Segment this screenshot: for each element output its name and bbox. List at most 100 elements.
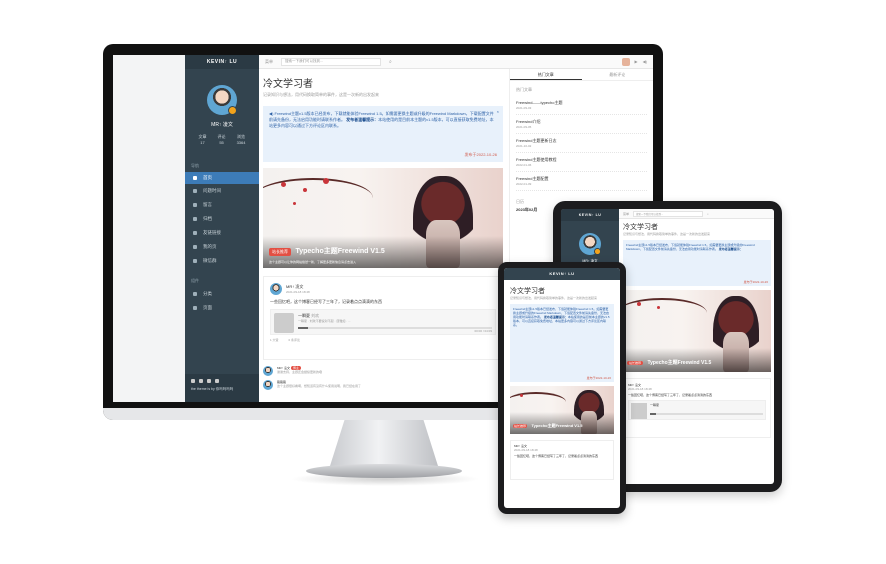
left-gutter bbox=[113, 55, 185, 402]
volume-icon[interactable]: ◀) bbox=[643, 59, 647, 64]
notice-date: 发布于2022-10-26 bbox=[464, 152, 497, 157]
tablet-post-card[interactable]: MR↑ 凌文 2021-09-18 18:48 一些回忆吧，这个博客已经写了三年… bbox=[623, 378, 771, 438]
stat-value: 17 bbox=[200, 140, 205, 145]
article-item[interactable]: Freewind——typecho主题 2021-09-03 bbox=[516, 96, 647, 115]
verified-badge-icon bbox=[228, 106, 237, 115]
nav-item-mine[interactable]: 我的页 bbox=[185, 240, 259, 254]
tablet-search-icon[interactable]: ⌕ bbox=[707, 212, 709, 216]
nav-item-category[interactable]: 分类 bbox=[185, 287, 259, 301]
tablet-banner[interactable]: 站长推荐 Typecho主题Freewind V1.5 bbox=[623, 290, 771, 372]
tablet-music-player[interactable]: 一瞬夏 bbox=[628, 400, 766, 420]
tablet-menu-button[interactable]: 菜单 bbox=[623, 212, 629, 216]
article-meta: 2022-01-06 bbox=[516, 163, 532, 167]
tablet-banner-caption: 站长推荐 Typecho主题Freewind V1.5 bbox=[623, 348, 771, 372]
like-button[interactable]: 1 大赞 bbox=[270, 338, 279, 342]
nav-label: 问题时间 bbox=[203, 188, 221, 193]
article-item[interactable]: Freewind主题使用教程 2022-01-06 bbox=[516, 153, 647, 172]
post-card[interactable]: MR↑ 凌文 2021-09-18 18:48 一些回忆吧，这个博客已经写了三年… bbox=[263, 276, 503, 360]
tablet-site-title: 冷文学习者 bbox=[623, 224, 658, 231]
tablet-post-date: 2021-09-18 18:48 bbox=[628, 387, 652, 391]
home-icon bbox=[193, 176, 197, 180]
social-icons bbox=[191, 379, 253, 383]
phone-post-card[interactable]: MR↑ 凌文 2021-09-18 18:48 一些回忆吧，这个博客已经写了三年… bbox=[510, 440, 614, 480]
tab-hot[interactable]: 热门文章 bbox=[510, 69, 582, 80]
article-item[interactable]: Freewind主题更新日志 2021-10-02 bbox=[516, 134, 647, 153]
nav-item-archive[interactable]: 归档 bbox=[185, 212, 259, 226]
music-player[interactable]: 一瞬夏 刘欢 一瞬夏 · 刘欢不要说对不起 · 唐雅如 · ... 00:00 … bbox=[270, 309, 496, 335]
weibo-icon[interactable] bbox=[199, 379, 203, 383]
nav-item-links[interactable]: 友链链接 bbox=[185, 226, 259, 240]
brand-logo[interactable]: KEVIN↑ LU bbox=[185, 55, 259, 69]
nav-item-pages[interactable]: 页面 bbox=[185, 301, 259, 315]
site-title: 冷文学习者 bbox=[263, 79, 313, 90]
nav-section2-label: 组件 bbox=[191, 278, 199, 283]
blossom bbox=[323, 178, 329, 184]
tab-comments[interactable]: 最新评论 bbox=[582, 69, 654, 80]
nav-label: 我的页 bbox=[203, 244, 217, 249]
branch bbox=[623, 298, 707, 328]
tablet-site-subtitle: 记录知识与想法，用代码换取简单的事件，这是一次新的出发起来 bbox=[623, 232, 711, 236]
phone-post-date: 2021-09-18 18:48 bbox=[514, 448, 538, 452]
phone-notice: Freewind主题v1.5版本已经发布，下载就能体验Freewind 1.5。… bbox=[510, 304, 614, 382]
play-icon[interactable]: ▶ bbox=[635, 59, 638, 64]
message-icon bbox=[193, 203, 197, 207]
site-subtitle: 记录知识与想法，用代码换取简单的事件，这是一次新的出发起来 bbox=[263, 92, 379, 97]
mini-player-cover[interactable] bbox=[621, 57, 630, 66]
nav-label: 留言 bbox=[203, 202, 212, 207]
phone-brand[interactable]: KEVIN↑ LU bbox=[504, 268, 620, 280]
tablet-progress-bar[interactable] bbox=[650, 413, 763, 415]
article-meta: 2021-10-02 bbox=[516, 144, 532, 148]
tablet-banner-tag: 站长推荐 bbox=[627, 361, 644, 365]
phone-site-subtitle: 记录知识与想法，用代码换取简单的事件，这是一次新的出发起来 bbox=[510, 296, 598, 300]
tablet-brand[interactable]: KEVIN↑ LU bbox=[561, 209, 619, 221]
tablet-notice: Freewind主题v1.5版本已经发布，下载就能体验Freewind 1.5。… bbox=[623, 240, 771, 286]
phone-screen: KEVIN↑ LU 冷文学习者 记录知识与想法，用代码换取简单的事件，这是一次新… bbox=[504, 268, 620, 508]
github-icon[interactable] bbox=[191, 379, 195, 383]
nav-section-label: 导航 bbox=[191, 163, 199, 168]
blossom bbox=[637, 302, 641, 306]
footer-text: the theme is by 你吗吗吗吗 bbox=[191, 387, 234, 391]
avatar[interactable] bbox=[207, 85, 237, 115]
nav-item-timeline[interactable]: 问题时间 bbox=[185, 184, 259, 198]
nav-label: 微信群 bbox=[203, 258, 217, 263]
comment-button[interactable]: 0 条评论 bbox=[289, 338, 301, 342]
notice-box: ◀) Freewind主题v1.5版本已经发布，下载就能体验Freewind 1… bbox=[263, 106, 503, 162]
tablet-avatar[interactable] bbox=[579, 233, 601, 255]
banner-title: Typecho主题Freewind V1.5 bbox=[295, 248, 385, 255]
phone-banner[interactable]: 站长推荐 Typecho主题Freewind V1.5 bbox=[510, 386, 614, 434]
article-item[interactable]: Freewind介绍 2021-09-05 bbox=[516, 115, 647, 134]
tablet-banner-title: Typecho主题Freewind V1.5 bbox=[647, 360, 712, 366]
search-input[interactable]: 搜索一下我们可以找到... bbox=[281, 57, 381, 66]
post-date: 2021-09-18 18:48 bbox=[286, 290, 310, 294]
folder-icon bbox=[193, 292, 197, 296]
tablet-search-input[interactable]: 搜索一下我们可以找到... bbox=[633, 210, 704, 217]
search-icon[interactable]: ⌕ bbox=[389, 59, 392, 65]
tablet-notice-bold: 发布者温馨提示： bbox=[718, 247, 743, 251]
menu-button[interactable]: 菜单 bbox=[265, 59, 273, 65]
stats-row: 文章 17 评论 55 浏览 3364 bbox=[185, 128, 259, 145]
nav-item-home[interactable]: 首页 bbox=[185, 172, 259, 184]
nav-label: 归档 bbox=[203, 216, 212, 221]
rss-icon[interactable] bbox=[207, 379, 211, 383]
progress-bar[interactable] bbox=[298, 327, 492, 329]
nav-label: 页面 bbox=[203, 305, 212, 310]
nav-item-wechat[interactable]: 微信群 bbox=[185, 254, 259, 268]
nav-label: 分类 bbox=[203, 291, 212, 296]
nav-label: 首页 bbox=[203, 175, 212, 180]
user-icon bbox=[193, 245, 197, 249]
blossom bbox=[281, 182, 286, 187]
nav-item-guestbook[interactable]: 留言 bbox=[185, 198, 259, 212]
main-column: 冷文学习者 记录知识与想法，用代码换取简单的事件，这是一次新的出发起来 ◀) F… bbox=[263, 71, 503, 402]
article-item[interactable]: Freewind主题配置 2022-01-09 bbox=[516, 172, 647, 191]
mail-icon[interactable] bbox=[215, 379, 219, 383]
search-placeholder: 搜索一下我们可以找到... bbox=[285, 59, 323, 63]
branch bbox=[510, 392, 566, 412]
tablet-search-placeholder: 搜索一下我们可以找到... bbox=[636, 212, 664, 216]
banner-tag: 站长推荐 bbox=[269, 248, 291, 256]
close-icon[interactable]: × bbox=[497, 109, 499, 115]
comment-list: MR↑ 凌文 博主 谢谢支持，主题还会继续更新的哦 路路路 这个主题很好看啊，想知道… bbox=[263, 366, 503, 390]
notice-bold-label: 发布者温馨提示： bbox=[346, 117, 379, 122]
featured-banner[interactable]: 站长推荐 Typecho主题Freewind V1.5 这个主题可以让你的网站焕… bbox=[263, 168, 503, 268]
article-meta: 2022-01-09 bbox=[516, 182, 532, 186]
post-avatar bbox=[270, 283, 282, 295]
